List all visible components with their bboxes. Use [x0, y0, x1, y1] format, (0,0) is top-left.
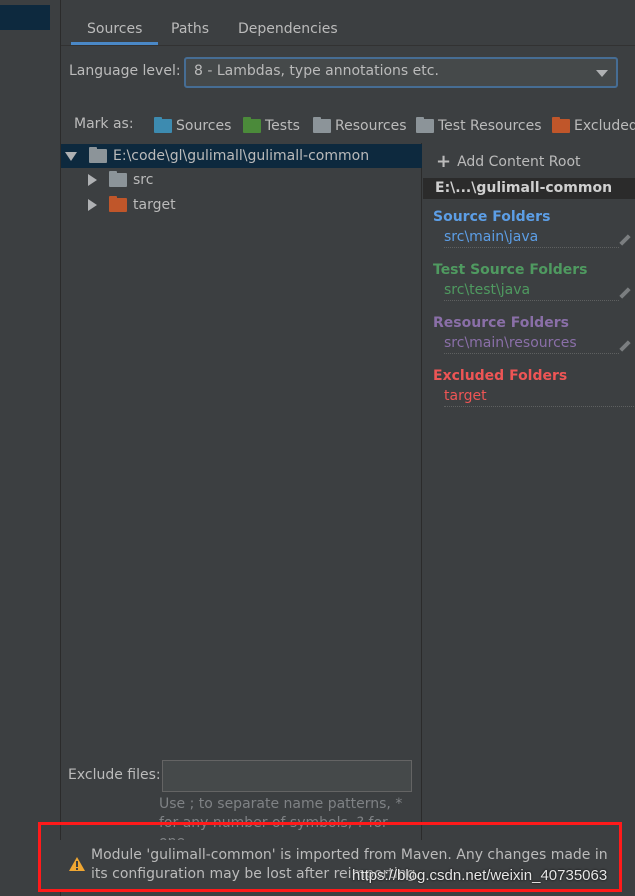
- mark-label: Excluded: [574, 118, 635, 134]
- content-root-tree: E:\code\gl\gulimall\gulimall-common src …: [61, 143, 422, 843]
- plus-icon: +: [436, 151, 452, 172]
- resource-folders-heading: Resource Folders: [433, 315, 569, 331]
- language-level-dropdown[interactable]: 8 - Lambdas, type annotations etc.: [184, 57, 618, 88]
- edit-pencil-icon[interactable]: [619, 287, 631, 299]
- mark-resources-button[interactable]: Resources: [313, 116, 407, 136]
- language-level-value: 8 - Lambdas, type annotations etc.: [194, 63, 439, 79]
- tab-sources[interactable]: Sources: [71, 15, 159, 45]
- excluded-folders-heading: Excluded Folders: [433, 368, 568, 384]
- add-content-root-label: Add Content Root: [457, 153, 581, 170]
- mark-tests-button[interactable]: Tests: [243, 116, 300, 136]
- content-root-title: E:\...\gulimall-common: [423, 178, 635, 199]
- mark-as-label: Mark as:: [74, 116, 134, 132]
- mark-excluded-button[interactable]: Excluded: [552, 116, 635, 136]
- mark-test-resources-button[interactable]: Test Resources: [416, 116, 542, 136]
- tree-item-target[interactable]: target: [61, 193, 422, 217]
- mark-sources-button[interactable]: Sources: [154, 116, 231, 136]
- source-folders-heading: Source Folders: [433, 209, 551, 225]
- resource-folder-path[interactable]: src\main\resources: [444, 335, 619, 354]
- expand-arrow-icon[interactable]: [88, 174, 97, 186]
- tree-item-label: target: [133, 197, 176, 213]
- selected-module-item[interactable]: [0, 5, 50, 30]
- mark-label: Test Resources: [438, 118, 542, 134]
- test-source-folder-path[interactable]: src\test\java: [444, 282, 619, 301]
- mark-label: Sources: [176, 118, 232, 134]
- excluded-folder-path[interactable]: target: [444, 388, 634, 407]
- excluded-folder-icon: [552, 117, 570, 133]
- collapse-arrow-icon[interactable]: [65, 151, 77, 161]
- language-level-label: Language level:: [69, 63, 181, 79]
- tree-item-src[interactable]: src: [61, 168, 422, 192]
- test-resources-folder-icon: [416, 117, 434, 133]
- tree-root-row[interactable]: E:\code\gl\gulimall\gulimall-common: [61, 144, 422, 168]
- folder-icon: [109, 171, 127, 187]
- expand-arrow-icon[interactable]: [88, 199, 97, 211]
- chevron-down-icon: [596, 70, 608, 77]
- tree-item-label: src: [133, 172, 154, 188]
- content-root-details: + Add Content Root E:\...\gulimall-commo…: [423, 143, 635, 843]
- tests-folder-icon: [243, 117, 261, 133]
- tab-divider: [61, 45, 635, 46]
- mark-label: Tests: [265, 118, 300, 134]
- sources-folder-icon: [154, 117, 172, 133]
- exclude-files-input[interactable]: [162, 760, 412, 792]
- resources-folder-icon: [313, 117, 331, 133]
- tab-paths[interactable]: Paths: [155, 15, 225, 45]
- add-content-root-button[interactable]: + Add Content Root: [436, 151, 581, 172]
- folder-icon: [89, 147, 107, 163]
- excluded-folder-icon: [109, 196, 127, 212]
- watermark: https://blog.csdn.net/weixin_40735063: [352, 867, 608, 884]
- edit-pencil-icon[interactable]: [619, 340, 631, 352]
- test-source-folders-heading: Test Source Folders: [433, 262, 588, 278]
- exclude-files-label: Exclude files:: [68, 767, 161, 783]
- source-folder-path[interactable]: src\main\java: [444, 229, 619, 248]
- mark-label: Resources: [335, 118, 407, 134]
- edit-pencil-icon[interactable]: [619, 234, 631, 246]
- tree-root-label: E:\code\gl\gulimall\gulimall-common: [113, 148, 370, 164]
- module-list-panel: [0, 0, 61, 896]
- tab-dependencies[interactable]: Dependencies: [222, 15, 354, 45]
